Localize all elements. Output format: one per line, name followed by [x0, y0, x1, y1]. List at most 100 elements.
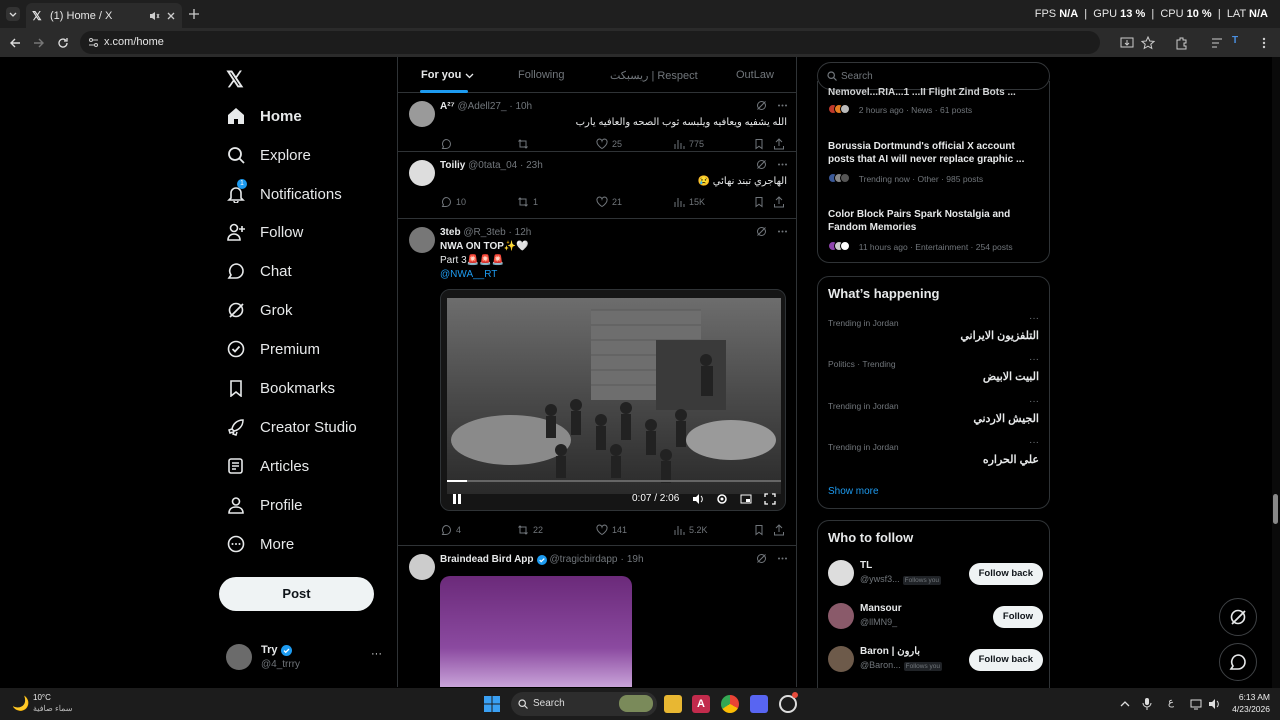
retweet-button[interactable]: 1	[517, 196, 538, 208]
like-button[interactable]: 141	[596, 524, 627, 536]
bookmark-icon[interactable]	[753, 524, 765, 536]
nav-follow[interactable]: Follow	[226, 218, 303, 246]
discord-icon[interactable]	[750, 695, 768, 713]
grok-icon[interactable]	[756, 226, 767, 237]
volume-icon[interactable]	[1208, 698, 1220, 710]
tweet-time[interactable]: 19h	[627, 554, 644, 565]
close-tab-icon[interactable]	[166, 11, 176, 21]
avatar[interactable]	[409, 160, 435, 186]
chevron-up-icon[interactable]	[1120, 699, 1130, 709]
more-icon[interactable]	[777, 226, 788, 237]
volume-icon[interactable]	[692, 493, 705, 505]
reply-button[interactable]: 10	[440, 196, 466, 208]
nav-notifications[interactable]: 1 Notifications	[226, 179, 342, 208]
input-language[interactable]: ع	[1168, 697, 1174, 708]
account-switcher[interactable]: Try @4_trrry ···	[226, 642, 391, 674]
share-icon[interactable]	[773, 196, 785, 208]
tab-list-button[interactable]	[6, 7, 20, 21]
reload-icon[interactable]	[56, 36, 70, 50]
show-more-link[interactable]: Show more	[828, 486, 879, 497]
weather-temp[interactable]: 10°C	[33, 693, 51, 702]
tweet[interactable]: Braindead Bird App @tragicbirdapp · 19h	[398, 547, 796, 687]
more-icon[interactable]	[777, 100, 788, 111]
trend-name[interactable]: التلفزيون الايراني	[960, 329, 1039, 342]
trend-name[interactable]: الجيش الاردني	[973, 412, 1039, 425]
more-icon[interactable]	[777, 553, 788, 564]
nav-home[interactable]: Home	[226, 102, 302, 130]
news-title[interactable]: Color Block Pairs Spark Nostalgia and Fa…	[828, 208, 1038, 234]
views-button[interactable]: 5.2K	[673, 524, 708, 536]
bookmark-icon[interactable]	[753, 196, 765, 208]
author-handle[interactable]: @Adell27_	[457, 101, 506, 112]
tweet[interactable]: Toiliy @0tata_04 · 23h الهاجري تبند نهائ…	[398, 153, 796, 219]
file-explorer-icon[interactable]	[664, 695, 682, 713]
clock-date[interactable]: 4/23/2026	[1220, 704, 1270, 714]
fullscreen-icon[interactable]	[764, 493, 776, 505]
avatar[interactable]	[409, 227, 435, 253]
menu-dots-icon[interactable]	[1260, 36, 1268, 50]
avatar[interactable]	[828, 560, 854, 586]
tweet-media-image[interactable]	[440, 576, 632, 687]
pause-icon[interactable]	[451, 493, 463, 505]
trend-more-icon[interactable]: ···	[1029, 354, 1039, 365]
share-icon[interactable]	[773, 524, 785, 536]
microphone-icon[interactable]	[1142, 697, 1152, 711]
grok-icon[interactable]	[756, 100, 767, 111]
bookmark-icon[interactable]	[753, 138, 765, 150]
follow-suggestion[interactable]: Baron | بارون @Baron... Follows you Follo…	[828, 643, 1043, 677]
moon-weather-icon[interactable]: 🌙	[12, 695, 29, 712]
scrollbar-thumb[interactable]	[1273, 494, 1278, 524]
chat-float-button[interactable]	[1219, 643, 1257, 681]
nav-articles[interactable]: Articles	[226, 452, 309, 480]
like-button[interactable]: 25	[596, 138, 622, 150]
like-button[interactable]: 21	[596, 196, 622, 208]
author-name[interactable]: 3teb	[440, 227, 461, 238]
suggestion-name[interactable]: Mansour	[860, 603, 902, 614]
avatar[interactable]	[828, 603, 854, 629]
avatar[interactable]	[409, 101, 435, 127]
tweet[interactable]: A²⁷ @Adell27_ · 10h الله يشفيه ويعافيه و…	[398, 94, 796, 152]
tab-outlaw[interactable]: OutLaw	[736, 69, 774, 81]
page-scrollbar[interactable]	[1272, 57, 1280, 688]
avatar[interactable]	[828, 646, 854, 672]
news-title[interactable]: Borussia Dortmund's official X account p…	[828, 140, 1038, 166]
mention-link[interactable]: @NWA__RT	[440, 269, 497, 280]
author-name[interactable]: A²⁷	[440, 101, 455, 112]
tweet-time[interactable]: 23h	[526, 160, 543, 171]
profile-extension-icon[interactable]: T	[1232, 35, 1248, 51]
trend-more-icon[interactable]: ···	[1029, 396, 1039, 407]
windows-start-icon[interactable]	[484, 696, 500, 712]
follow-back-button[interactable]: Follow back	[968, 563, 1043, 585]
network-icon[interactable]	[1190, 698, 1202, 710]
follow-suggestion[interactable]: Mansour @llMN9_ Follow	[828, 600, 1043, 634]
tab-for-you[interactable]: For you	[421, 69, 474, 81]
reply-button[interactable]	[440, 138, 456, 150]
suggestion-name[interactable]: Baron | بارون	[860, 646, 920, 657]
nav-chat[interactable]: Chat	[226, 257, 292, 285]
url-field[interactable]: x.com/home	[80, 31, 1100, 54]
nav-more[interactable]: More	[226, 530, 294, 558]
forward-icon[interactable]	[32, 36, 46, 50]
chrome-icon[interactable]	[721, 695, 739, 713]
site-info-icon[interactable]	[88, 37, 99, 48]
clock-time[interactable]: 6:13 AM	[1228, 692, 1270, 702]
tab-respect[interactable]: ريسبكت | Respect	[610, 69, 698, 82]
post-button[interactable]: Post	[219, 577, 374, 611]
trend-more-icon[interactable]: ···	[1029, 313, 1039, 324]
taskbar-search[interactable]: Search	[511, 692, 657, 716]
browser-tab[interactable]: 𝕏 (1) Home / X	[26, 3, 182, 28]
picture-in-picture-icon[interactable]	[740, 493, 752, 505]
install-app-icon[interactable]	[1120, 36, 1134, 50]
nav-grok[interactable]: Grok	[226, 296, 293, 324]
tweet-time[interactable]: 12h	[515, 227, 532, 238]
author-handle[interactable]: @tragicbirdapp	[550, 554, 618, 565]
views-button[interactable]: 775	[673, 138, 704, 150]
nav-profile[interactable]: Profile	[226, 491, 303, 519]
author-handle[interactable]: @R_3teb	[463, 227, 505, 238]
nav-creator-studio[interactable]: Creator Studio	[226, 413, 357, 441]
grok-float-button[interactable]	[1219, 598, 1257, 636]
share-icon[interactable]	[773, 138, 785, 150]
follow-suggestion[interactable]: TL @ywsf3... Follows you Follow back	[828, 557, 1043, 591]
back-icon[interactable]	[8, 36, 22, 50]
nav-premium[interactable]: Premium	[226, 335, 320, 363]
